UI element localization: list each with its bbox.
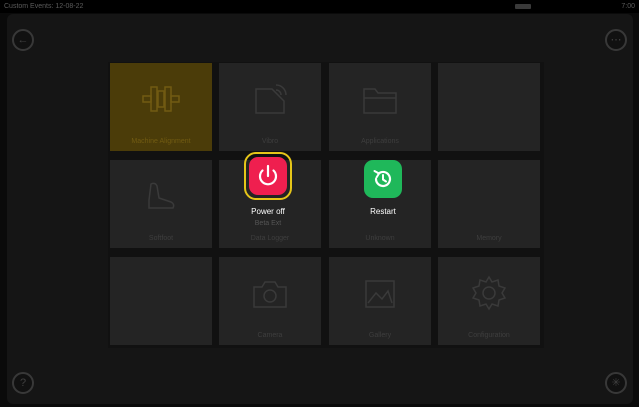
battery-icon (515, 4, 531, 9)
restart-button[interactable] (364, 160, 402, 198)
restart-label: Restart (370, 207, 396, 216)
tools-button[interactable]: ✳ (605, 372, 627, 394)
menu-icon: ⋯ (610, 34, 622, 46)
power-off-button[interactable] (249, 157, 287, 195)
help-button[interactable]: ? (12, 372, 34, 394)
restart-icon (373, 170, 392, 188)
back-button[interactable]: ← (12, 29, 34, 51)
top-right-button[interactable]: ⋯ (605, 29, 627, 51)
clock: 7:00 (621, 3, 635, 10)
back-arrow-icon: ← (17, 34, 29, 46)
dim-overlay (108, 62, 544, 348)
status-text: Custom Events: 12-08-22 (4, 3, 84, 10)
power-off-label: Power off (251, 207, 285, 216)
status-bar: Custom Events: 12-08-22 7:00 (0, 0, 639, 13)
power-off-sublabel: Beta Ext (254, 220, 282, 227)
help-icon: ? (19, 377, 27, 389)
power-icon (258, 164, 278, 186)
tools-icon: ✳ (611, 377, 621, 389)
